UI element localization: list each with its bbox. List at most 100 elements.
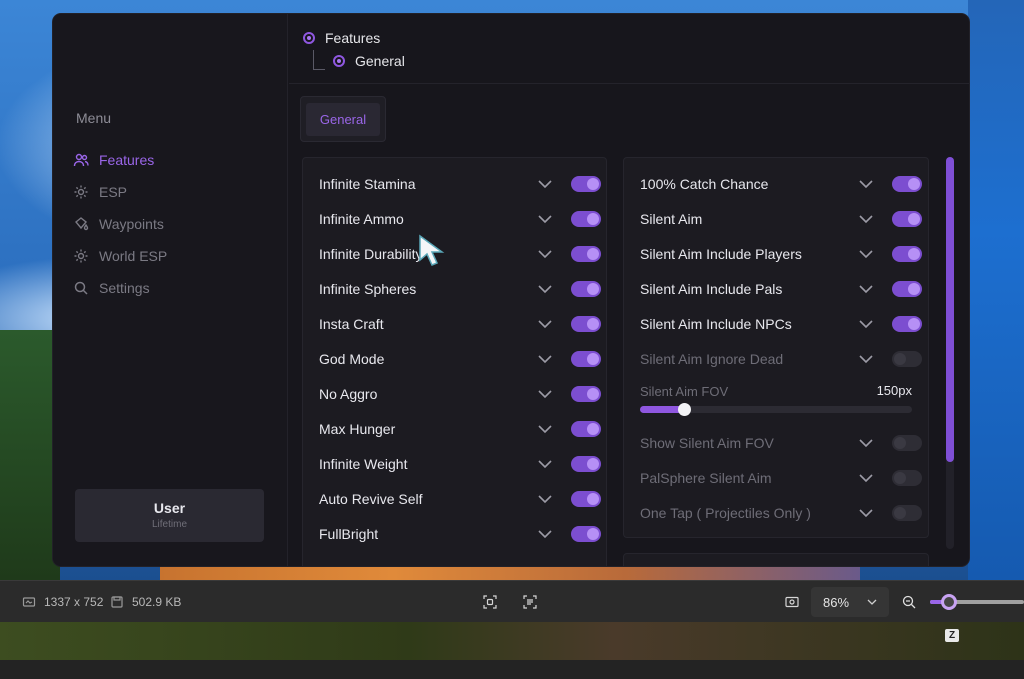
- zoom-slider-thumb[interactable]: [941, 594, 957, 610]
- chevron-down-icon[interactable]: [858, 470, 874, 486]
- user-plan: Lifetime: [151, 519, 187, 530]
- feature-row: FullBright: [319, 517, 601, 551]
- toggle-switch[interactable]: [892, 176, 922, 192]
- scrollbar[interactable]: [946, 157, 954, 549]
- menu-title: Menu: [76, 110, 112, 126]
- chevron-down-icon[interactable]: [537, 281, 553, 297]
- chevron-down-icon[interactable]: [858, 211, 874, 227]
- chevron-down-icon[interactable]: [858, 316, 874, 332]
- feature-label: Infinite Weight: [319, 456, 408, 472]
- toggle-switch[interactable]: [571, 421, 601, 437]
- text-scan-icon: [523, 595, 537, 609]
- toggle-switch[interactable]: [571, 211, 601, 227]
- chevron-down-icon[interactable]: [537, 526, 553, 542]
- toggle-switch[interactable]: [892, 281, 922, 297]
- user-name: User: [153, 500, 186, 516]
- chevron-down-icon[interactable]: [537, 316, 553, 332]
- toggle-switch[interactable]: [892, 435, 922, 451]
- toggle-switch[interactable]: [571, 246, 601, 262]
- breadcrumb-child[interactable]: General: [333, 53, 405, 69]
- chevron-down-icon[interactable]: [537, 456, 553, 472]
- gear-icon: [74, 249, 88, 263]
- toggle-switch[interactable]: [892, 470, 922, 486]
- chevron-down-icon[interactable]: [537, 421, 553, 437]
- chevron-down-icon[interactable]: [537, 176, 553, 192]
- bucket-icon: [75, 217, 89, 231]
- chevron-down-icon[interactable]: [858, 246, 874, 262]
- gear-icon: [74, 185, 88, 199]
- sidebar-item-settings[interactable]: Settings: [73, 272, 273, 304]
- chevron-down-icon[interactable]: [537, 386, 553, 402]
- feature-row: Max Hunger: [319, 412, 601, 446]
- feature-row: Infinite Ammo: [319, 202, 601, 236]
- background-bottom: [0, 660, 1024, 679]
- feature-label: God Mode: [319, 351, 385, 367]
- toggle-switch[interactable]: [892, 211, 922, 227]
- image-viewer-statusbar: 1337 x 752 502.9 KB 86%: [0, 580, 1024, 622]
- mouse-cursor-icon: [419, 234, 445, 266]
- toggle-switch[interactable]: [892, 505, 922, 521]
- feature-row: Silent Aim Include Players: [640, 237, 922, 271]
- image-dimensions-text: 1337 x 752: [44, 595, 104, 609]
- chevron-down-icon: [867, 599, 877, 605]
- background-orange-band: [160, 566, 860, 580]
- toggle-switch[interactable]: [571, 456, 601, 472]
- feature-label: Infinite Stamina: [319, 176, 416, 192]
- fit-screen-button[interactable]: [785, 581, 807, 623]
- sidebar-item-features[interactable]: Features: [73, 144, 273, 176]
- feature-label: Silent Aim Ignore Dead: [640, 351, 784, 367]
- chevron-down-icon[interactable]: [858, 505, 874, 521]
- feature-row: No Aggro: [319, 377, 601, 411]
- overlay-badge: Z: [945, 629, 959, 642]
- toggle-switch[interactable]: [571, 526, 601, 542]
- chevron-down-icon[interactable]: [537, 491, 553, 507]
- toggle-switch[interactable]: [571, 351, 601, 367]
- fov-slider-label: Silent Aim FOV: [640, 384, 729, 399]
- feature-label: One Tap ( Projectiles Only ): [640, 505, 811, 521]
- toggle-switch[interactable]: [892, 316, 922, 332]
- background-foliage: [0, 330, 60, 580]
- feature-label: Infinite Ammo: [319, 211, 404, 227]
- chevron-down-icon[interactable]: [858, 435, 874, 451]
- text-scan-button[interactable]: [523, 581, 545, 623]
- sidebar-item-label: ESP: [99, 184, 128, 200]
- fov-slider-value: 150px: [876, 383, 912, 398]
- toggle-switch[interactable]: [892, 351, 922, 367]
- toggle-switch[interactable]: [571, 176, 601, 192]
- feature-row: Show Silent Aim FOV: [640, 426, 922, 460]
- feature-row: 100% Catch Chance: [640, 167, 922, 201]
- breadcrumb-root[interactable]: Features: [303, 30, 380, 46]
- fit-screen-icon: [785, 596, 799, 608]
- focus-button[interactable]: [483, 581, 505, 623]
- chevron-down-icon[interactable]: [858, 281, 874, 297]
- feature-row: Insta Craft: [319, 307, 601, 341]
- toggle-switch[interactable]: [892, 246, 922, 262]
- fov-slider-thumb[interactable]: [677, 403, 691, 416]
- chevron-down-icon[interactable]: [537, 351, 553, 367]
- toggle-switch[interactable]: [571, 316, 601, 332]
- toggle-switch[interactable]: [571, 491, 601, 507]
- fov-slider: Silent Aim FOV 150px: [640, 383, 912, 423]
- chevron-down-icon[interactable]: [858, 351, 874, 367]
- feature-row: Silent Aim Include Pals: [640, 272, 922, 306]
- focus-icon: [483, 595, 497, 609]
- breadcrumb-connector: [313, 50, 325, 70]
- sidebar-item-world-esp[interactable]: World ESP: [73, 240, 273, 272]
- zoom-dropdown[interactable]: 86%: [811, 587, 889, 617]
- tab-general[interactable]: General: [306, 103, 380, 136]
- fov-slider-fill: [640, 406, 684, 413]
- sidebar-nav: Features ESP Waypoints World ESP Setting…: [73, 144, 273, 304]
- toggle-switch[interactable]: [571, 281, 601, 297]
- sidebar-item-waypoints[interactable]: Waypoints: [73, 208, 273, 240]
- feature-label: Silent Aim Include NPCs: [640, 316, 792, 332]
- feature-label: Show Silent Aim FOV: [640, 435, 774, 451]
- sidebar-item-esp[interactable]: ESP: [73, 176, 273, 208]
- toggle-switch[interactable]: [571, 386, 601, 402]
- feature-label: Infinite Spheres: [319, 281, 417, 297]
- user-card[interactable]: User Lifetime: [75, 489, 264, 542]
- zoom-out-button[interactable]: [902, 581, 924, 623]
- scrollbar-thumb[interactable]: [946, 157, 954, 462]
- chevron-down-icon[interactable]: [537, 246, 553, 262]
- chevron-down-icon[interactable]: [537, 211, 553, 227]
- chevron-down-icon[interactable]: [858, 176, 874, 192]
